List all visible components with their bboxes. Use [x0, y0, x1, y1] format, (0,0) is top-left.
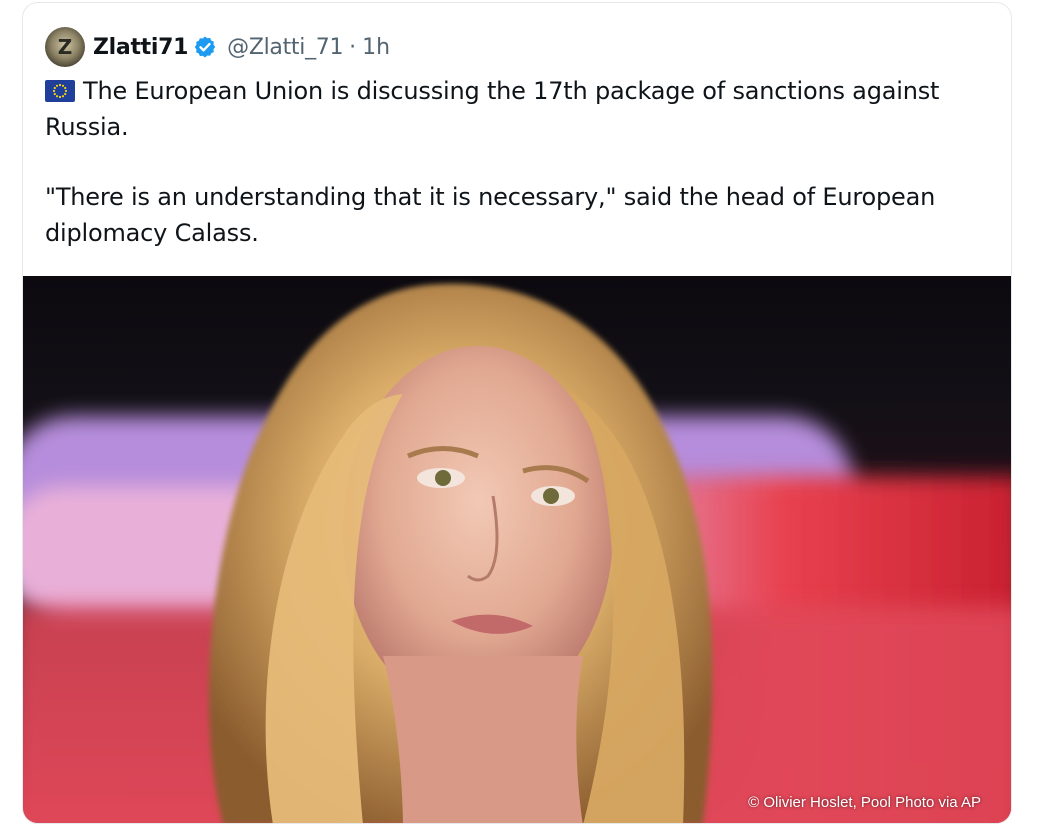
tweet-photo[interactable]: © Olivier Hoslet, Pool Photo via AP	[23, 276, 1011, 823]
paragraph-1-text: The European Union is discussing the 17t…	[45, 77, 940, 141]
separator-dot: ·	[349, 34, 357, 60]
verified-badge-icon[interactable]	[193, 35, 217, 59]
author-handle[interactable]: @Zlatti_71	[227, 35, 343, 60]
tweet-paragraph-1: The European Union is discussing the 17t…	[45, 73, 985, 145]
author-name[interactable]: Zlatti71	[93, 35, 188, 60]
timestamp[interactable]: 1h	[362, 35, 390, 60]
avatar[interactable]: Z	[45, 27, 85, 67]
tweet-card[interactable]: Z Zlatti71 @Zlatti_71 · 1h The European …	[22, 2, 1012, 824]
photo-credit: © Olivier Hoslet, Pool Photo via AP	[748, 794, 981, 811]
tweet-paragraph-2: "There is an understanding that it is ne…	[45, 183, 936, 247]
tweet-header: Z Zlatti71 @Zlatti_71 · 1h	[45, 25, 390, 69]
eu-flag-icon	[45, 76, 75, 102]
tweet-text: The European Union is discussing the 17t…	[45, 73, 985, 251]
avatar-logo-icon: Z	[57, 35, 73, 59]
